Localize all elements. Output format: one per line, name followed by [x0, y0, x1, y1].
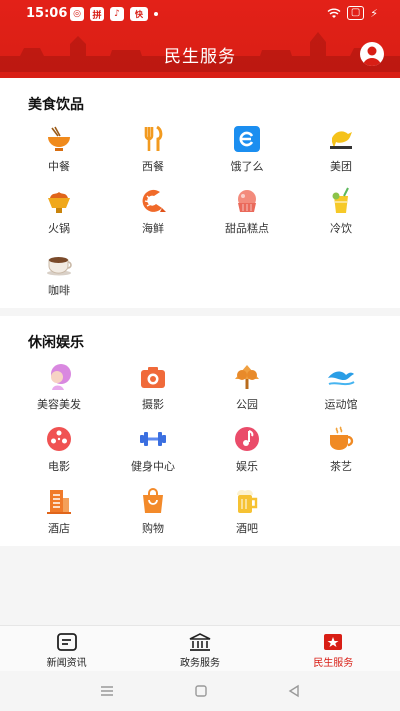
app-header: 15:06 ◎ 拼 ♪ 快 ▢ ⚡ 民生服务: [0, 0, 400, 78]
tab-people-services[interactable]: 民生服务: [267, 626, 400, 671]
home-icon[interactable]: [194, 684, 208, 698]
status-notification-icons: ◎ 拼 ♪ 快: [70, 7, 158, 21]
section-title: 美食饮品: [28, 97, 84, 113]
cold-drink-icon: [326, 186, 356, 216]
service-item-hotel[interactable]: 酒店: [12, 486, 106, 536]
service-item-movie[interactable]: 电影: [12, 424, 106, 474]
tree-icon: [232, 362, 262, 392]
people-service-icon: [324, 634, 343, 650]
service-item-eleme[interactable]: 饿了么: [200, 124, 294, 174]
tab-news[interactable]: 新闻资讯: [0, 626, 133, 671]
service-item-bar[interactable]: 酒吧: [200, 486, 294, 536]
shrimp-icon: [138, 186, 168, 216]
service-item-cold-drink[interactable]: 冷饮: [294, 186, 388, 236]
service-item-chinese-food[interactable]: 中餐: [12, 124, 106, 174]
service-item-label: 甜品糕点: [225, 222, 269, 235]
dumbbell-icon: [138, 424, 168, 454]
service-item-hotpot[interactable]: 火锅: [12, 186, 106, 236]
service-item-label: 公园: [236, 398, 258, 411]
fork-knife-icon: [138, 124, 168, 154]
service-item-beauty-hair[interactable]: 美容美发: [12, 362, 106, 412]
service-item-label: 娱乐: [236, 460, 258, 473]
menu-icon[interactable]: [99, 685, 115, 697]
service-item-tea-art[interactable]: 茶艺: [294, 424, 388, 474]
service-item-photography[interactable]: 摄影: [106, 362, 200, 412]
service-item-label: 酒吧: [236, 522, 258, 535]
status-system-icons: ▢ ⚡: [327, 6, 378, 20]
tea-cup-icon: [326, 424, 356, 454]
user-icon: [363, 46, 381, 66]
music-note-icon: [232, 424, 262, 454]
service-item-label: 火锅: [48, 222, 70, 235]
battery-icon: ▢: [346, 6, 365, 20]
app-notification-icon: ♪: [110, 7, 124, 21]
news-icon: [56, 633, 77, 651]
wave-icon: [326, 362, 356, 392]
section-food-drink: 美食饮品 中餐 西餐 饿了么 美团 火锅 海鲜 甜品糕点 冷饮 咖啡: [0, 78, 400, 308]
film-reel-icon: [44, 424, 74, 454]
beer-mug-icon: [232, 486, 262, 516]
service-item-label: 运动馆: [324, 398, 358, 411]
service-item-coffee[interactable]: 咖啡: [12, 248, 106, 298]
notification-dot-icon: [154, 12, 158, 16]
service-item-label: 饿了么: [230, 160, 264, 173]
service-grid: 美容美发 摄影 公园 运动馆 电影 健身中心 娱乐 茶艺 酒店 购物 酒吧: [0, 362, 400, 536]
eleme-logo-icon: [232, 124, 262, 154]
page-title: 民生服务: [164, 47, 236, 67]
service-item-label: 咖啡: [48, 284, 70, 297]
tab-label: 新闻资讯: [46, 658, 87, 669]
tab-government-services[interactable]: 政务服务: [133, 626, 266, 671]
user-avatar-button[interactable]: [360, 42, 384, 66]
service-item-label: 摄影: [142, 398, 164, 411]
meituan-kangaroo-icon: [326, 124, 356, 154]
service-item-park[interactable]: 公园: [200, 362, 294, 412]
service-item-label: 茶艺: [330, 460, 352, 473]
service-item-label: 电影: [48, 460, 70, 473]
bottom-tab-bar: 新闻资讯 政务服务 民生服务: [0, 625, 400, 671]
service-item-label: 美容美发: [37, 398, 81, 411]
coffee-cup-icon: [44, 248, 74, 278]
service-item-label: 购物: [142, 522, 164, 535]
service-item-entertainment[interactable]: 娱乐: [200, 424, 294, 474]
app-notification-icon: ◎: [70, 7, 84, 21]
service-item-shopping[interactable]: 购物: [106, 486, 200, 536]
back-icon[interactable]: [287, 684, 301, 698]
cake-icon: [232, 186, 262, 216]
tab-label: 民生服务: [313, 658, 354, 669]
service-item-seafood[interactable]: 海鲜: [106, 186, 200, 236]
section-title: 休闲娱乐: [28, 335, 84, 351]
noodle-bowl-icon: [44, 124, 74, 154]
service-item-label: 海鲜: [142, 222, 164, 235]
status-bar: 15:06 ◎ 拼 ♪ 快 ▢ ⚡: [0, 0, 400, 28]
hotel-building-icon: [44, 486, 74, 516]
charging-icon: ⚡: [370, 6, 378, 20]
service-item-sports-hall[interactable]: 运动馆: [294, 362, 388, 412]
app-notification-icon: 拼: [90, 7, 104, 21]
wifi-icon: [327, 8, 341, 18]
tab-label: 政务服务: [179, 658, 220, 669]
service-item-label: 酒店: [48, 522, 70, 535]
service-item-label: 美团: [330, 160, 352, 173]
service-item-label: 冷饮: [330, 222, 352, 235]
camera-icon: [138, 362, 168, 392]
status-time: 15:06: [26, 6, 68, 21]
service-item-meituan[interactable]: 美团: [294, 124, 388, 174]
service-item-label: 健身中心: [131, 460, 175, 473]
app-notification-icon: 快: [130, 7, 148, 21]
shopping-bag-icon: [138, 486, 168, 516]
service-item-fitness-center[interactable]: 健身中心: [106, 424, 200, 474]
service-item-label: 西餐: [142, 160, 164, 173]
section-leisure-entertainment: 休闲娱乐 美容美发 摄影 公园 运动馆 电影 健身中心 娱乐 茶艺 酒店 购物 …: [0, 316, 400, 546]
service-item-dessert[interactable]: 甜品糕点: [200, 186, 294, 236]
government-building-icon: [189, 633, 211, 651]
hotpot-icon: [44, 186, 74, 216]
service-item-western-food[interactable]: 西餐: [106, 124, 200, 174]
service-item-label: 中餐: [48, 160, 70, 173]
beauty-hair-icon: [44, 362, 74, 392]
service-content: 美食饮品 中餐 西餐 饿了么 美团 火锅 海鲜 甜品糕点 冷饮 咖啡 休闲娱乐 …: [0, 78, 400, 625]
service-grid: 中餐 西餐 饿了么 美团 火锅 海鲜 甜品糕点 冷饮 咖啡: [0, 124, 400, 298]
system-navigation-bar: [0, 671, 400, 711]
